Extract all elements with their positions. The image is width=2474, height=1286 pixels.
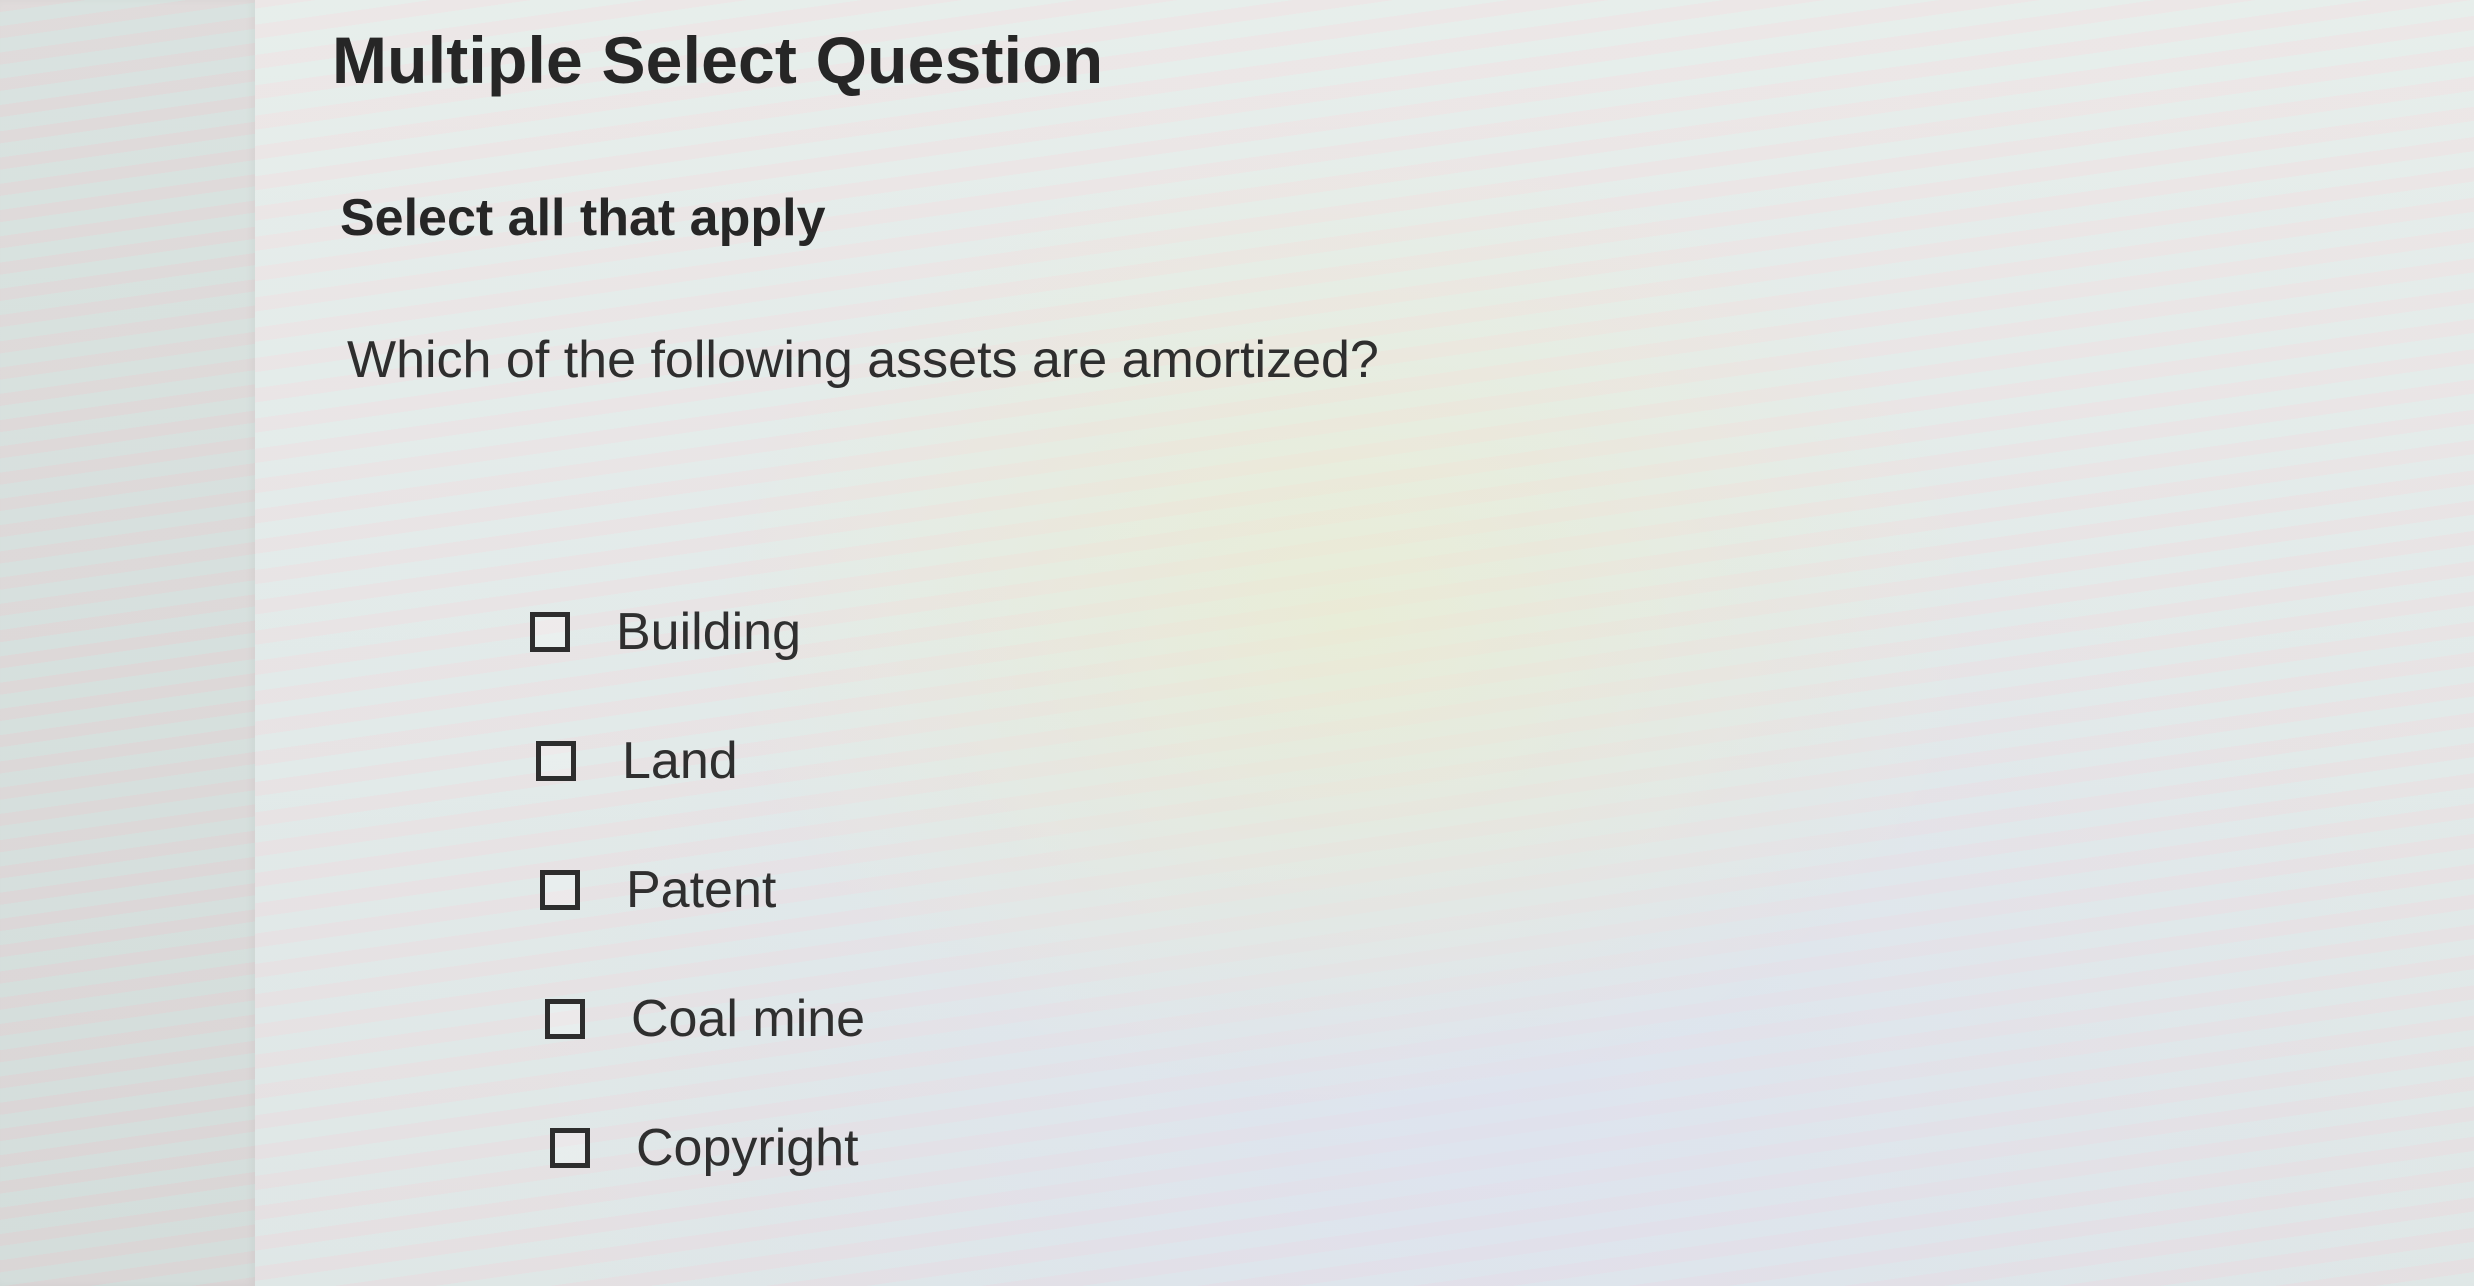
page-title: Multiple Select Question [332, 23, 1104, 97]
option-label: Land [622, 732, 738, 790]
option-copyright[interactable]: Copyright [550, 1116, 865, 1180]
checkbox[interactable] [530, 612, 570, 652]
option-building[interactable]: Building [530, 600, 865, 664]
option-label: Building [616, 603, 802, 661]
option-coal-mine[interactable]: Coal mine [545, 987, 865, 1051]
option-label: Copyright [636, 1119, 859, 1177]
question-text: Which of the following assets are amorti… [347, 331, 1379, 389]
option-land[interactable]: Land [536, 729, 865, 793]
left-panel-strip [0, 0, 255, 1286]
answer-options-list: Building Land Patent Coal mine Copyright [530, 600, 865, 1245]
checkbox[interactable] [545, 999, 585, 1039]
checkbox[interactable] [540, 870, 580, 910]
option-label: Patent [626, 861, 777, 919]
checkbox[interactable] [550, 1128, 590, 1168]
option-patent[interactable]: Patent [540, 858, 865, 922]
option-label: Coal mine [631, 990, 866, 1048]
select-all-instruction: Select all that apply [340, 189, 826, 247]
checkbox[interactable] [536, 741, 576, 781]
